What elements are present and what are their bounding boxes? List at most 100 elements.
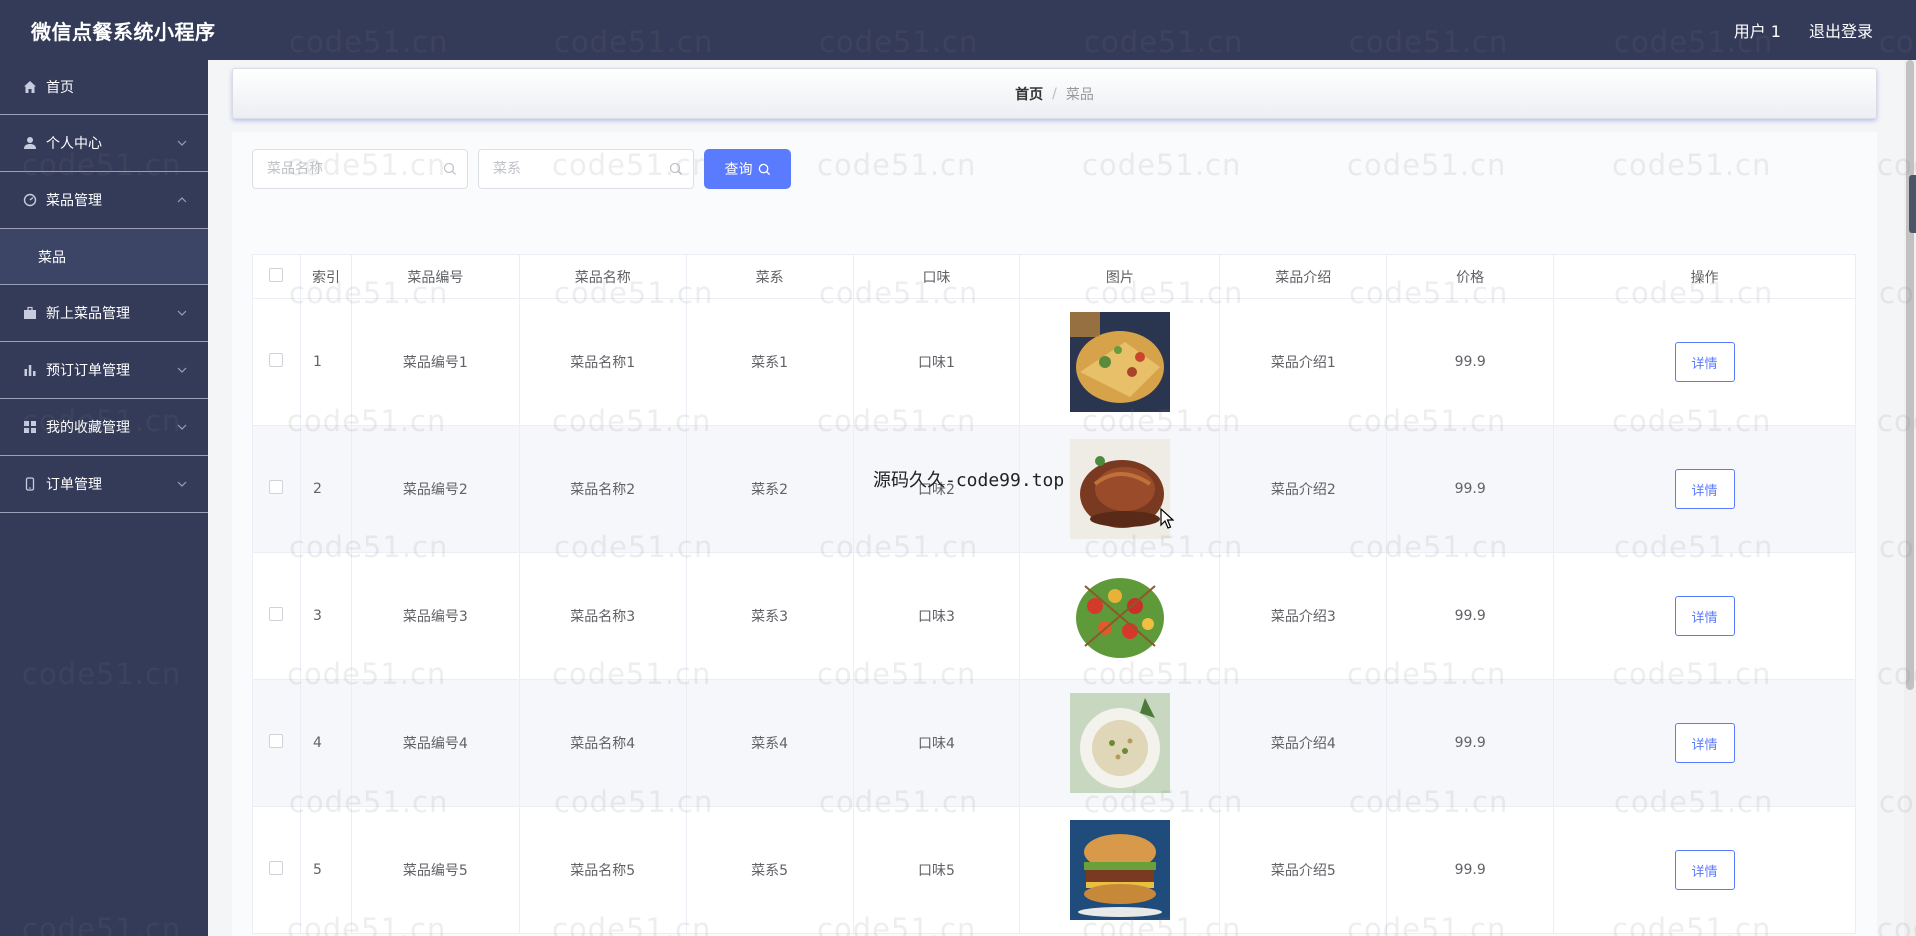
sidebar-item-label: 我的收藏管理 [46,420,130,436]
user-name[interactable]: 用户 1 [1734,18,1781,42]
dish-image [1069,693,1170,793]
side-tab[interactable] [1909,175,1916,233]
row-checkbox[interactable] [269,480,284,494]
search-icon [669,162,682,175]
cell-intro: 菜品介绍2 [1219,425,1388,553]
header-intro: 菜品介绍 [1219,254,1388,299]
cell-code: 菜品编号4 [350,679,520,807]
header-code: 菜品编号 [350,254,520,299]
breadcrumb: 首页 / 菜品 [232,68,1877,119]
dish-name-input[interactable] [253,150,433,188]
cell-price: 99.9 [1386,425,1555,553]
dish-image [1069,820,1170,920]
sidebar: 首页 个人中心 菜品管理 菜品 新上菜品管理 预订订单管理 我的收藏管理 订单管… [0,60,208,936]
app-title: 微信点餐系统小程序 [31,19,216,44]
sidebar-item-label: 首页 [46,80,74,96]
dish-table: 索引 菜品编号 菜品名称 菜系 口味 图片 菜品介绍 价格 操作 1 菜品编号1 [252,254,1856,934]
sidebar-item-label: 预订订单管理 [46,363,130,379]
sidebar-item-label: 订单管理 [46,477,102,493]
row-checkbox[interactable] [269,607,284,621]
cell-index: 5 [299,806,352,934]
sidebar-item-label: 个人中心 [46,136,102,152]
chevron-down-icon [177,424,187,430]
chevron-up-icon [177,197,187,203]
table-header-row: 索引 菜品编号 菜品名称 菜系 口味 图片 菜品介绍 价格 操作 [252,254,1856,299]
table-row: 4 菜品编号4 菜品名称4 菜系4 口味4 菜品介绍4 99.9 详情 [252,679,1856,807]
sidebar-subitem-dishes[interactable]: 菜品 [0,229,208,285]
header-image: 图片 [1019,254,1221,299]
briefcase-icon [22,305,38,321]
cell-cuisine: 菜系5 [685,806,854,934]
detail-button[interactable]: 详情 [1674,850,1735,890]
cell-code: 菜品编号2 [350,425,520,553]
cell-name: 菜品名称1 [518,298,687,426]
cell-index: 1 [299,298,352,426]
search-form: 查询 [252,149,791,189]
cell-price: 99.9 [1386,298,1555,426]
chevron-down-icon [177,140,187,146]
select-all-checkbox[interactable] [269,267,284,282]
cell-name: 菜品名称2 [518,425,687,553]
cell-cuisine: 菜系1 [685,298,854,426]
sidebar-item-home[interactable]: 首页 [0,60,208,115]
sidebar-item-personal-center[interactable]: 个人中心 [0,115,208,172]
chevron-down-icon [177,310,187,316]
table-row: 3 菜品编号3 菜品名称3 菜系3 口味3 菜品介绍3 99.9 详情 [252,552,1856,680]
chevron-down-icon [177,481,187,487]
search-icon [758,163,770,175]
detail-button[interactable]: 详情 [1674,723,1735,763]
cell-code: 菜品编号3 [350,552,520,680]
dashboard-icon [22,192,38,208]
cell-price: 99.9 [1386,679,1555,807]
main-content: 首页 / 菜品 查询 索引 菜品编号 [208,60,1916,936]
cell-index: 3 [299,552,352,680]
header-taste: 口味 [852,254,1021,299]
query-button-label: 查询 [724,161,753,177]
table-row: 1 菜品编号1 菜品名称1 菜系1 口味1 菜品介绍1 99.9 详情 [252,298,1856,426]
cell-intro: 菜品介绍3 [1219,552,1388,680]
breadcrumb-current: 菜品 [1065,86,1094,103]
sidebar-item-new-dish-management[interactable]: 新上菜品管理 [0,285,208,342]
cell-name: 菜品名称5 [518,806,687,934]
query-button[interactable]: 查询 [704,149,791,189]
row-checkbox[interactable] [269,861,284,875]
breadcrumb-home[interactable]: 首页 [1015,84,1043,104]
cell-intro: 菜品介绍5 [1219,806,1388,934]
detail-button[interactable]: 详情 [1674,469,1735,509]
breadcrumb-separator: / [1052,85,1057,102]
header-select-all [252,254,301,299]
cell-taste: 口味1 [852,298,1021,426]
scrollbar-thumb[interactable] [1906,60,1914,690]
cell-name: 菜品名称3 [518,552,687,680]
row-checkbox[interactable] [269,353,284,367]
cell-taste: 口味5 [852,806,1021,934]
home-icon [22,79,38,95]
sidebar-item-favorites-management[interactable]: 我的收藏管理 [0,399,208,456]
chevron-down-icon [177,367,187,373]
cell-index: 4 [299,679,352,807]
dish-image [1069,439,1170,539]
cell-price: 99.9 [1386,806,1555,934]
detail-button[interactable]: 详情 [1674,342,1735,382]
header-price: 价格 [1386,254,1555,299]
cell-price: 99.9 [1386,552,1555,680]
row-checkbox[interactable] [269,734,284,748]
sidebar-item-order-management[interactable]: 订单管理 [0,456,208,513]
bar-chart-icon [22,362,38,378]
cell-intro: 菜品介绍1 [1219,298,1388,426]
sidebar-item-label: 菜品管理 [46,193,102,209]
header-name: 菜品名称 [518,254,687,299]
cuisine-input[interactable] [479,150,659,188]
content-panel: 查询 索引 菜品编号 菜品名称 菜系 口味 图片 菜品介绍 价格 操作 [232,132,1877,936]
table-row: 5 菜品编号5 菜品名称5 菜系5 口味5 菜品介绍5 99.9 详情 [252,806,1856,934]
header-action: 操作 [1553,254,1856,299]
cell-cuisine: 菜系4 [685,679,854,807]
logout-link[interactable]: 退出登录 [1809,18,1873,42]
dish-image [1069,566,1170,666]
detail-button[interactable]: 详情 [1674,596,1735,636]
header-index: 索引 [299,254,352,299]
sidebar-item-dish-management[interactable]: 菜品管理 [0,172,208,229]
cuisine-search-box [478,149,694,189]
sidebar-item-reservation-order-management[interactable]: 预订订单管理 [0,342,208,399]
cell-code: 菜品编号1 [350,298,520,426]
